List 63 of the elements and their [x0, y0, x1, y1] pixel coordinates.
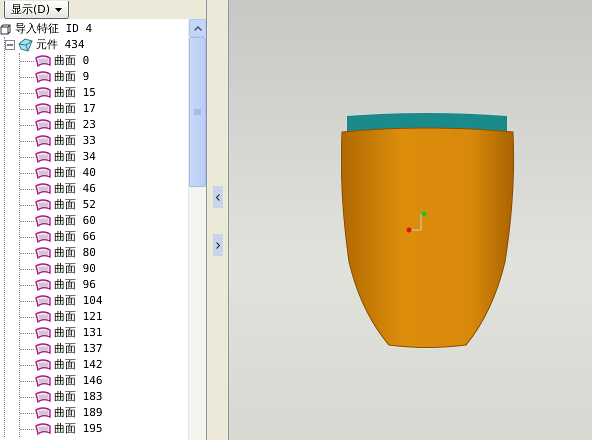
tree-item[interactable]: 曲面 96	[54, 277, 96, 293]
surface-icon	[35, 230, 51, 244]
surface-icon	[35, 422, 51, 436]
surface-icon	[35, 214, 51, 228]
surface-icon	[35, 134, 51, 148]
tree-item[interactable]: 曲面 46	[54, 181, 96, 197]
grip-icon	[194, 109, 201, 115]
surface-icon	[35, 406, 51, 420]
tree-item[interactable]: 曲面 80	[54, 245, 96, 261]
tree-item[interactable]: 曲面 189	[54, 405, 102, 421]
tree-item[interactable]: 曲面 34	[54, 149, 96, 165]
surface-icon	[35, 182, 51, 196]
tree-item[interactable]: 曲面 33	[54, 133, 96, 149]
surface-icon	[35, 246, 51, 260]
tree-item[interactable]: 曲面 0	[54, 53, 90, 69]
tree-item[interactable]: 元件 434	[36, 37, 84, 53]
expand-right-button[interactable]	[212, 234, 222, 256]
part-icon	[17, 38, 33, 52]
tree-item[interactable]: 曲面 9	[54, 69, 90, 85]
surface-icon	[35, 390, 51, 404]
surface-icon	[35, 326, 51, 340]
collapse-left-button[interactable]	[212, 186, 222, 208]
tree-item[interactable]: 曲面 90	[54, 261, 96, 277]
tree-item[interactable]: 曲面 66	[54, 229, 96, 245]
tree-item[interactable]: 曲面 195	[54, 421, 102, 437]
chevron-right-icon	[216, 242, 220, 248]
scroll-up-button[interactable]	[189, 19, 206, 37]
tree-item[interactable]: 曲面 142	[54, 357, 102, 373]
tree-item[interactable]: 曲面 121	[54, 309, 102, 325]
surface-icon	[35, 278, 51, 292]
tree-item[interactable]: 曲面 183	[54, 389, 102, 405]
surface-icon	[35, 358, 51, 372]
surface-icon	[35, 118, 51, 132]
caret-icon	[55, 8, 62, 12]
surface-icon	[35, 54, 51, 68]
tree-item[interactable]: 曲面 15	[54, 85, 96, 101]
tree-item[interactable]: 曲面 40	[54, 165, 96, 181]
chevron-left-icon	[216, 194, 220, 200]
tree-item[interactable]: 曲面 60	[54, 213, 96, 229]
tree-item[interactable]: 曲面 23	[54, 117, 96, 133]
tree-item[interactable]: 曲面 104	[54, 293, 102, 309]
tree-item[interactable]: 曲面 52	[54, 197, 96, 213]
surface-icon	[35, 374, 51, 388]
surface-icon	[35, 150, 51, 164]
collapse-icon[interactable]	[5, 40, 15, 50]
tree-item[interactable]: 曲面 137	[54, 341, 102, 357]
tree-item[interactable]: 导入特征 ID 4	[15, 21, 92, 37]
surface-icon	[35, 70, 51, 84]
tree-item[interactable]: 曲面 146	[54, 373, 102, 389]
surface-icon	[35, 342, 51, 356]
tree-item[interactable]: 曲面 17	[54, 101, 96, 117]
surface-icon	[35, 102, 51, 116]
display-dropdown-button[interactable]: 显示(D)	[4, 1, 70, 19]
surface-icon	[35, 310, 51, 324]
surface-icon	[35, 166, 51, 180]
3d-viewport[interactable]	[229, 0, 592, 440]
tree-item[interactable]: 曲面 131	[54, 325, 102, 341]
scrollbar-thumb[interactable]	[189, 37, 206, 187]
surface-icon	[35, 86, 51, 100]
surface-icon	[35, 198, 51, 212]
chevron-up-icon	[194, 26, 202, 30]
surface-icon	[35, 262, 51, 276]
surface-icon	[35, 294, 51, 308]
